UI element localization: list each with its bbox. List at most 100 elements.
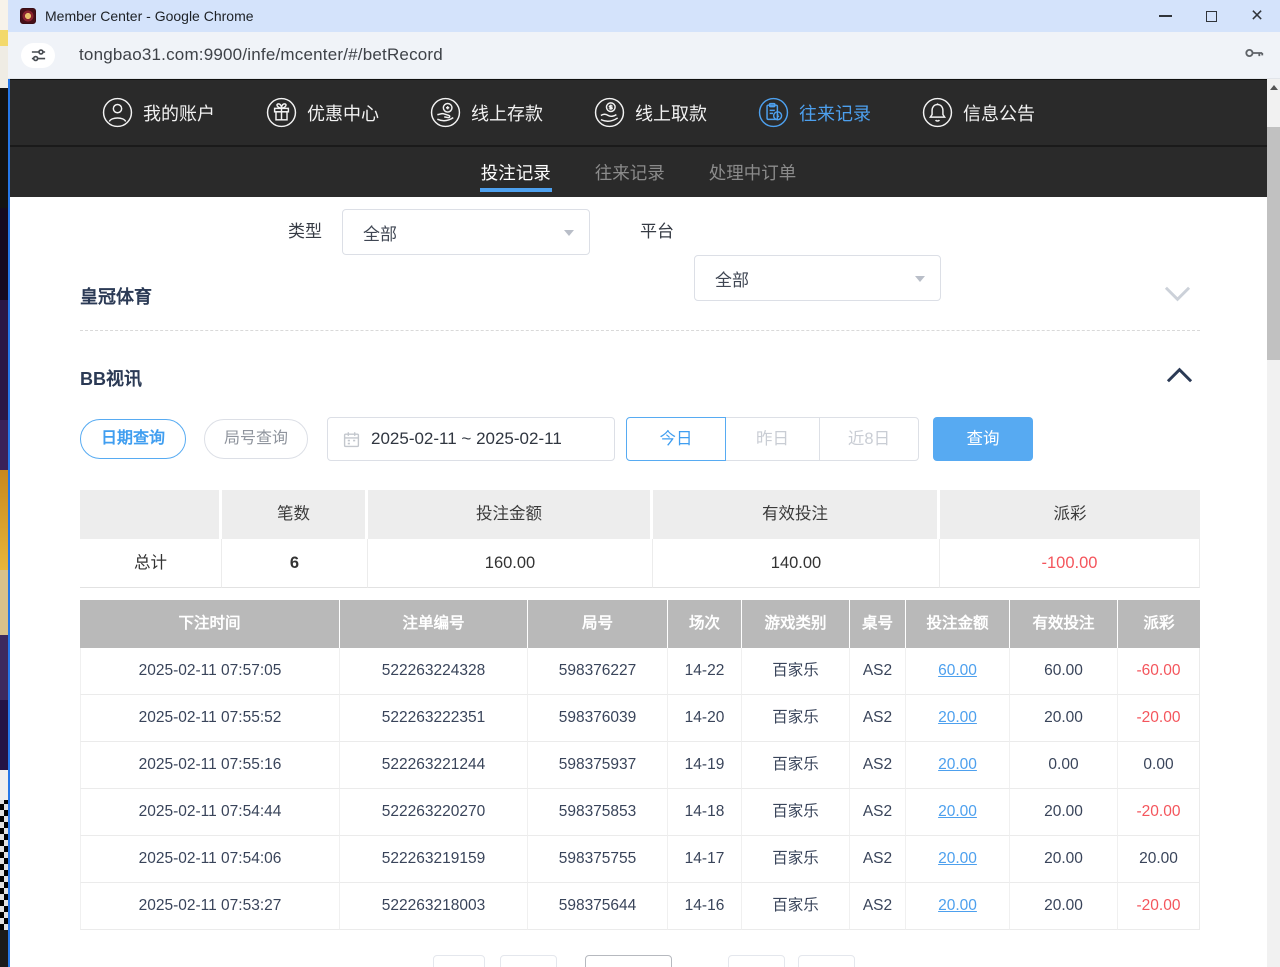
search-button[interactable]: 查询 xyxy=(933,417,1033,461)
cell-bet-amount-link[interactable]: 20.00 xyxy=(906,742,1010,789)
cell-order-no: 522263224328 xyxy=(340,648,528,695)
cell-session: 14-19 xyxy=(668,742,742,789)
nav-item-my-account[interactable]: 我的账户 xyxy=(102,97,215,128)
cell-payout: -60.00 xyxy=(1118,648,1200,695)
key-icon xyxy=(1243,42,1265,64)
summary-header-blank xyxy=(80,490,222,539)
cell-bet-time: 2025-02-11 07:57:05 xyxy=(80,648,340,695)
cell-game-type: 百家乐 xyxy=(742,742,850,789)
round-query-button[interactable]: 局号查询 xyxy=(204,419,308,459)
cell-bet-amount-link[interactable]: 20.00 xyxy=(906,789,1010,836)
chevron-up-icon[interactable] xyxy=(1166,367,1193,384)
nav-label: 我的账户 xyxy=(143,100,215,126)
site-settings-button[interactable] xyxy=(21,43,55,68)
chevron-down-icon xyxy=(915,276,925,282)
cell-table-no: AS2 xyxy=(850,648,906,695)
record-tabbar: 投注记录 往来记录 处理中订单 xyxy=(10,145,1267,197)
cell-session: 14-20 xyxy=(668,695,742,742)
summary-table: 笔数 投注金额 有效投注 派彩 总计 6 160.00 140.00 -100.… xyxy=(80,490,1200,588)
tab-transaction-records[interactable]: 往来记录 xyxy=(594,147,666,197)
today-button[interactable]: 今日 xyxy=(626,417,726,461)
main-content: 类型 全部 平台 全部 皇冠体育 BB视讯 日期查询 局号查询 xyxy=(10,197,1267,967)
platform-select[interactable]: 全部 xyxy=(694,255,941,301)
date-range-input[interactable]: 2025-02-11 ~ 2025-02-11 xyxy=(327,417,615,461)
nav-label: 线上取款 xyxy=(635,100,707,126)
page-scrollbar[interactable] xyxy=(1267,79,1280,967)
background-window-strip xyxy=(0,0,8,967)
cell-bet-amount-link[interactable]: 20.00 xyxy=(906,695,1010,742)
summary-count-value: 6 xyxy=(222,539,368,588)
col-header-table-no: 桌号 xyxy=(850,600,906,648)
nav-item-withdraw[interactable]: 线上取款 xyxy=(594,97,707,128)
tab-pending-orders[interactable]: 处理中订单 xyxy=(708,147,798,197)
tab-bet-records[interactable]: 投注记录 xyxy=(480,147,552,197)
nav-item-announcements[interactable]: 信息公告 xyxy=(922,97,1035,128)
col-header-bet-amount: 投注金额 xyxy=(906,600,1010,648)
password-key-button[interactable] xyxy=(1243,42,1265,69)
cell-payout: 20.00 xyxy=(1118,836,1200,883)
minimize-button[interactable] xyxy=(1142,0,1188,32)
pagination-button-partial[interactable] xyxy=(728,955,785,967)
cell-valid-bet: 20.00 xyxy=(1010,789,1118,836)
nav-item-records[interactable]: 往来记录 xyxy=(758,97,871,128)
section-divider xyxy=(80,330,1200,331)
close-button[interactable]: × xyxy=(1234,0,1280,32)
cell-bet-time: 2025-02-11 07:55:52 xyxy=(80,695,340,742)
recent-8-days-button[interactable]: 近8日 xyxy=(819,417,919,461)
cell-payout: -20.00 xyxy=(1118,789,1200,836)
cell-order-no: 522263218003 xyxy=(340,883,528,930)
maximize-button[interactable] xyxy=(1188,0,1234,32)
cell-table-no: AS2 xyxy=(850,789,906,836)
scrollbar-thumb[interactable] xyxy=(1267,127,1280,360)
cell-valid-bet: 20.00 xyxy=(1010,695,1118,742)
pagination-button-partial[interactable] xyxy=(500,955,557,967)
cell-bet-amount-link[interactable]: 20.00 xyxy=(906,836,1010,883)
minimize-icon xyxy=(1159,15,1172,17)
cell-bet-time: 2025-02-11 07:54:06 xyxy=(80,836,340,883)
scrollbar-up-arrow[interactable] xyxy=(1270,85,1278,90)
summary-header-valid: 有效投注 xyxy=(653,490,940,539)
platform-select-value: 全部 xyxy=(715,266,749,291)
browser-urlbar: tongbao31.com:9900/infe/mcenter/#/betRec… xyxy=(8,32,1280,79)
date-range-value: 2025-02-11 ~ 2025-02-11 xyxy=(371,429,562,449)
chevron-down-icon[interactable] xyxy=(1164,285,1191,302)
nav-label: 往来记录 xyxy=(799,100,871,126)
cell-bet-amount-link[interactable]: 60.00 xyxy=(906,648,1010,695)
cell-order-no: 522263220270 xyxy=(340,789,528,836)
cell-order-no: 522263222351 xyxy=(340,695,528,742)
pagination-button-partial[interactable] xyxy=(798,955,855,967)
browser-window: Member Center - Google Chrome × tongbao3… xyxy=(8,0,1280,967)
window-titlebar: Member Center - Google Chrome × xyxy=(8,0,1280,32)
cell-valid-bet: 20.00 xyxy=(1010,836,1118,883)
nav-item-deposit[interactable]: 线上存款 xyxy=(430,97,543,128)
main-navbar: 我的账户 优惠中心 线上存款 xyxy=(10,79,1267,145)
section-bb-video-title: BB视讯 xyxy=(80,365,142,391)
cell-payout: 0.00 xyxy=(1118,742,1200,789)
cell-bet-amount-link[interactable]: 20.00 xyxy=(906,883,1010,930)
cell-bet-time: 2025-02-11 07:55:16 xyxy=(80,742,340,789)
summary-bet-value: 160.00 xyxy=(368,539,653,588)
cell-bet-time: 2025-02-11 07:53:27 xyxy=(80,883,340,930)
yesterday-button[interactable]: 昨日 xyxy=(725,417,820,461)
cell-valid-bet: 0.00 xyxy=(1010,742,1118,789)
nav-item-promotions[interactable]: 优惠中心 xyxy=(266,97,379,128)
cell-game-type: 百家乐 xyxy=(742,883,850,930)
bet-records-table: 下注时间 注单编号 局号 场次 游戏类别 桌号 投注金额 有效投注 派彩 202… xyxy=(80,600,1200,930)
col-header-valid-bet: 有效投注 xyxy=(1010,600,1118,648)
date-query-button[interactable]: 日期查询 xyxy=(80,419,186,459)
section-crown-sports-title: 皇冠体育 xyxy=(80,283,152,309)
col-header-payout: 派彩 xyxy=(1118,600,1200,648)
pagination-button-partial[interactable] xyxy=(433,955,485,967)
site-settings-icon xyxy=(30,47,47,64)
cell-round-no: 598376227 xyxy=(528,648,668,695)
col-header-order-no: 注单编号 xyxy=(340,600,528,648)
nav-label: 信息公告 xyxy=(963,100,1035,126)
user-icon xyxy=(102,97,133,128)
type-select[interactable]: 全部 xyxy=(342,209,590,255)
url-text[interactable]: tongbao31.com:9900/infe/mcenter/#/betRec… xyxy=(79,45,443,65)
pagination-page-size-select-partial[interactable] xyxy=(585,955,672,967)
cell-round-no: 598375853 xyxy=(528,789,668,836)
cell-table-no: AS2 xyxy=(850,695,906,742)
tab-label: 处理中订单 xyxy=(709,160,797,185)
cell-order-no: 522263221244 xyxy=(340,742,528,789)
